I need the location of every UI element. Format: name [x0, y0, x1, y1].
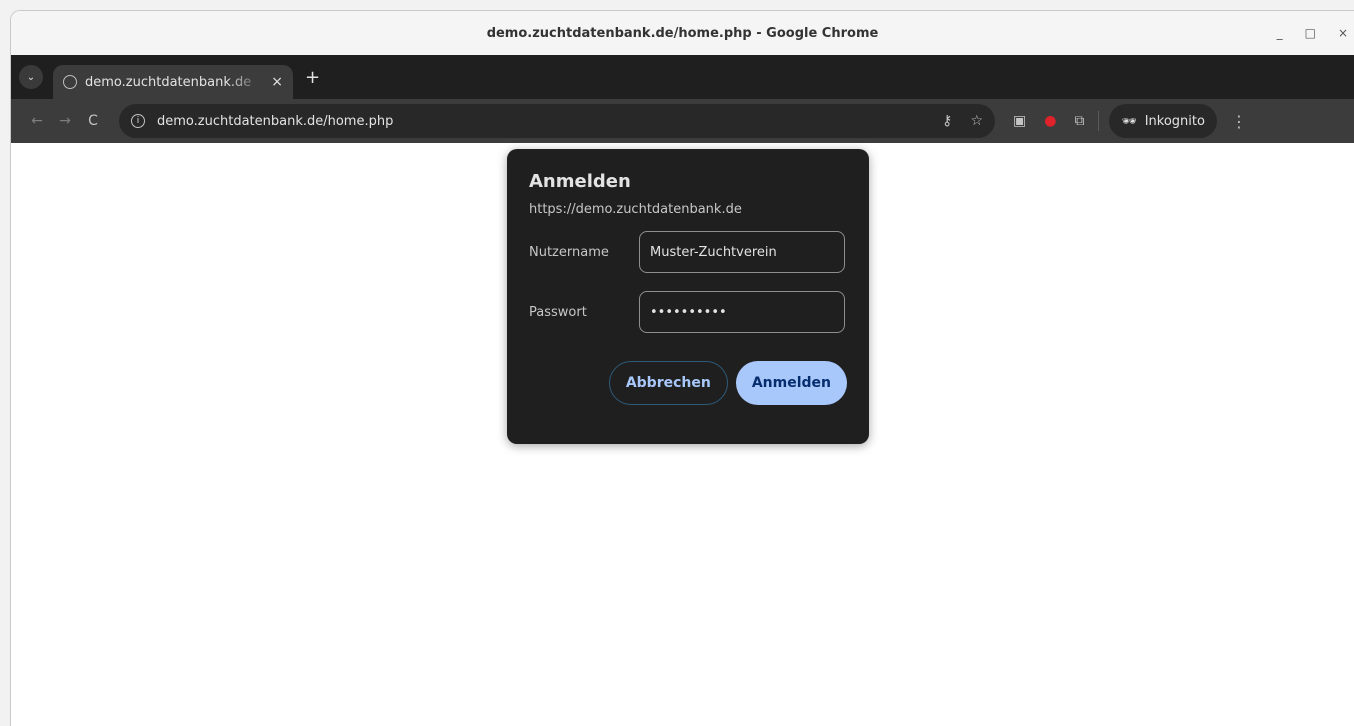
password-label: Passwort — [529, 304, 587, 320]
extension-icon[interactable]: ▣ — [1013, 113, 1026, 129]
incognito-indicator[interactable]: 🕶 Inkognito — [1109, 104, 1217, 138]
more-menu-icon[interactable]: ⋮ — [1231, 112, 1247, 131]
browser-window: demo.zuchtdatenbank.de/home.php - Google… — [10, 10, 1354, 726]
close-window-button[interactable]: × — [1338, 26, 1348, 40]
dialog-origin: https://demo.zuchtdatenbank.de — [529, 202, 742, 217]
minimize-button[interactable]: _ — [1277, 26, 1283, 40]
new-tab-button[interactable]: + — [305, 67, 320, 88]
ublock-icon[interactable]: ● — [1044, 113, 1056, 129]
tab-active[interactable]: demo.zuchtdatenbank.de × — [53, 65, 293, 99]
url-text[interactable]: demo.zuchtdatenbank.de/home.php — [157, 114, 924, 129]
password-row: Passwort — [529, 291, 847, 333]
window-title: demo.zuchtdatenbank.de/home.php - Google… — [486, 25, 879, 41]
reload-button[interactable]: C — [79, 113, 107, 129]
dialog-title: Anmelden — [529, 171, 631, 192]
extensions-puzzle-icon[interactable]: ⧉ — [1074, 113, 1084, 129]
dialog-buttons: Abbrechen Anmelden — [529, 361, 847, 405]
username-input[interactable] — [639, 231, 845, 273]
tab-close-button[interactable]: × — [271, 74, 283, 90]
window-controls: _ □ × — [1277, 11, 1348, 55]
site-info-icon[interactable]: i — [131, 114, 145, 128]
incognito-icon: 🕶 — [1121, 114, 1137, 128]
address-bar[interactable]: i demo.zuchtdatenbank.de/home.php ⚷ ☆ — [119, 104, 995, 138]
password-input[interactable] — [639, 291, 845, 333]
cancel-button[interactable]: Abbrechen — [608, 361, 728, 405]
tab-strip: ⌄ demo.zuchtdatenbank.de × + — [11, 55, 1354, 99]
forward-button[interactable]: → — [51, 113, 79, 129]
toolbar-divider — [1098, 111, 1100, 131]
globe-icon — [63, 75, 77, 89]
tab-search-button[interactable]: ⌄ — [19, 65, 43, 89]
title-bar: demo.zuchtdatenbank.de/home.php - Google… — [11, 11, 1354, 55]
incognito-label: Inkognito — [1144, 113, 1205, 129]
username-row: Nutzername — [529, 231, 847, 273]
chevron-down-icon: ⌄ — [26, 71, 36, 83]
credential-fields: Nutzername Passwort — [529, 231, 847, 333]
sign-in-button[interactable]: Anmelden — [735, 361, 847, 405]
maximize-button[interactable]: □ — [1305, 26, 1316, 40]
tab-title: demo.zuchtdatenbank.de — [85, 74, 252, 90]
username-label: Nutzername — [529, 244, 609, 260]
key-icon[interactable]: ⚷ — [942, 113, 952, 129]
bookmark-star-icon[interactable]: ☆ — [970, 113, 983, 129]
browser-toolbar: ← → C i demo.zuchtdatenbank.de/home.php … — [11, 99, 1354, 143]
http-auth-dialog: Anmelden https://demo.zuchtdatenbank.de … — [507, 149, 869, 444]
back-button[interactable]: ← — [23, 113, 51, 129]
